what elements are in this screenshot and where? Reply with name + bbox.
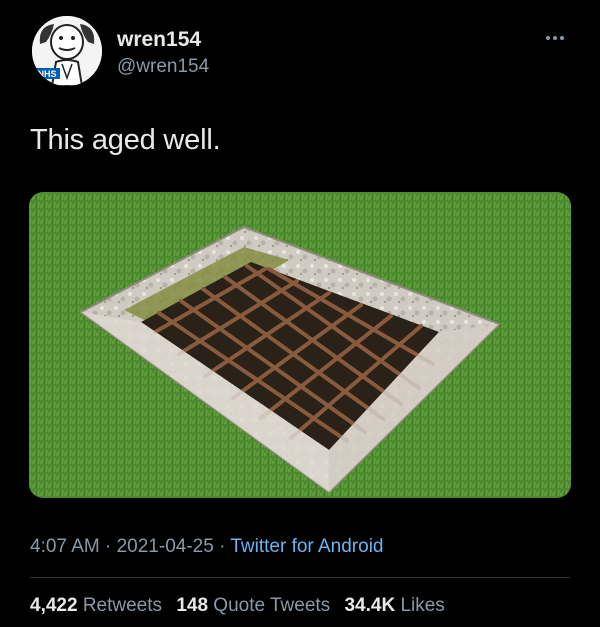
meta-separator: · bbox=[99, 536, 117, 557]
quote-tweets-label: Quote Tweets bbox=[213, 595, 331, 616]
cartoon-face-icon: NHS bbox=[32, 16, 102, 86]
quote-tweets-count: 148 bbox=[176, 595, 209, 616]
drain-grate-photo-icon bbox=[29, 192, 571, 498]
tweet-image[interactable] bbox=[29, 192, 571, 498]
retweets-stat[interactable]: 4,422 Retweets bbox=[30, 595, 162, 616]
tweet-time[interactable]: 4:07 AM bbox=[30, 536, 100, 557]
retweets-count: 4,422 bbox=[30, 595, 78, 616]
likes-stat[interactable]: 34.4K Likes bbox=[344, 595, 444, 616]
engagement-stats: 4,422 Retweets 148 Quote Tweets 34.4K Li… bbox=[30, 595, 445, 617]
avatar[interactable]: NHS bbox=[32, 16, 102, 86]
tweet-text: This aged well. bbox=[30, 124, 221, 156]
tweet-source-link[interactable]: Twitter for Android bbox=[230, 536, 383, 557]
meta-separator: · bbox=[213, 536, 231, 557]
tweet-date[interactable]: 2021-04-25 bbox=[117, 536, 214, 557]
tweet-meta: 4:07 AM · 2021-04-25 · Twitter for Andro… bbox=[30, 536, 383, 558]
quote-tweets-stat[interactable]: 148 Quote Tweets bbox=[176, 595, 330, 616]
user-handle[interactable]: @wren154 bbox=[117, 56, 209, 78]
more-options-icon[interactable] bbox=[540, 30, 570, 46]
likes-count: 34.4K bbox=[344, 595, 396, 616]
nhs-badge-text: NHS bbox=[37, 69, 56, 79]
divider bbox=[30, 577, 570, 578]
retweets-label: Retweets bbox=[82, 595, 163, 616]
likes-label: Likes bbox=[400, 595, 445, 616]
display-name[interactable]: wren154 bbox=[117, 28, 201, 52]
